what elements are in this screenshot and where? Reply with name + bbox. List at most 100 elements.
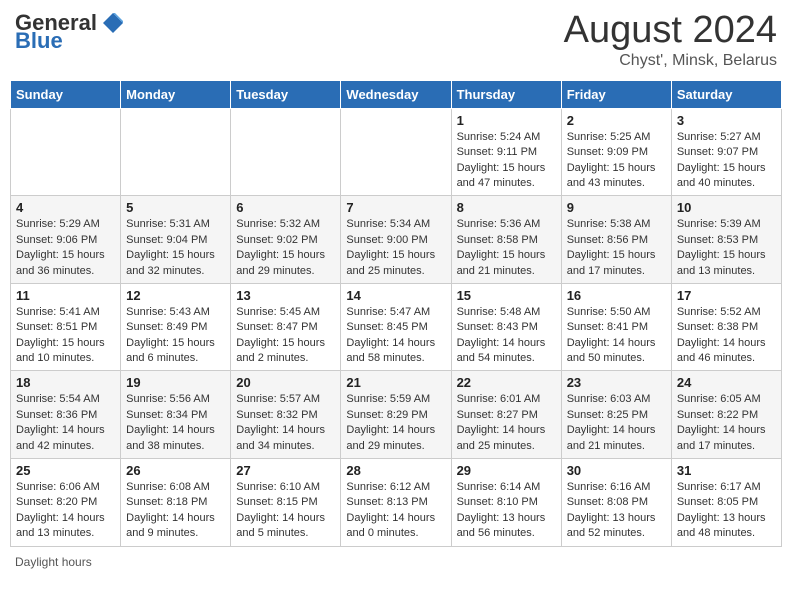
day-info: Sunrise: 5:32 AM Sunset: 9:02 PM Dayligh… [236,217,335,279]
day-number: 21 [346,375,445,390]
day-number: 31 [677,463,776,478]
day-info: Sunrise: 5:45 AM Sunset: 8:47 PM Dayligh… [236,305,335,367]
day-number: 27 [236,463,335,478]
calendar-cell: 14 Sunrise: 5:47 AM Sunset: 8:45 PM Dayli… [341,283,451,371]
calendar-cell: 22 Sunrise: 6:01 AM Sunset: 8:27 PM Dayli… [451,371,561,459]
day-info: Sunrise: 5:39 AM Sunset: 8:53 PM Dayligh… [677,217,776,279]
calendar-cell: 10 Sunrise: 5:39 AM Sunset: 8:53 PM Dayli… [671,196,781,284]
calendar-cell: 15 Sunrise: 5:48 AM Sunset: 8:43 PM Dayli… [451,283,561,371]
calendar-cell: 18 Sunrise: 5:54 AM Sunset: 8:36 PM Dayli… [11,371,121,459]
day-info: Sunrise: 5:29 AM Sunset: 9:06 PM Dayligh… [16,217,115,279]
day-info: Sunrise: 6:01 AM Sunset: 8:27 PM Dayligh… [457,392,556,454]
calendar-cell: 3 Sunrise: 5:27 AM Sunset: 9:07 PM Daylig… [671,108,781,196]
day-number: 28 [346,463,445,478]
weekday-header-row: SundayMondayTuesdayWednesdayThursdayFrid… [11,80,782,108]
day-number: 9 [567,200,666,215]
day-number: 18 [16,375,115,390]
day-number: 25 [16,463,115,478]
calendar-cell [341,108,451,196]
day-info: Sunrise: 5:24 AM Sunset: 9:11 PM Dayligh… [457,130,556,192]
day-number: 4 [16,200,115,215]
day-info: Sunrise: 6:08 AM Sunset: 8:18 PM Dayligh… [126,480,225,542]
day-info: Sunrise: 5:36 AM Sunset: 8:58 PM Dayligh… [457,217,556,279]
calendar-week-row: 18 Sunrise: 5:54 AM Sunset: 8:36 PM Dayli… [11,371,782,459]
day-number: 10 [677,200,776,215]
day-number: 12 [126,288,225,303]
day-info: Sunrise: 5:41 AM Sunset: 8:51 PM Dayligh… [16,305,115,367]
day-number: 29 [457,463,556,478]
day-info: Sunrise: 6:17 AM Sunset: 8:05 PM Dayligh… [677,480,776,542]
location-subtitle: Chyst', Minsk, Belarus [564,52,777,70]
day-number: 14 [346,288,445,303]
calendar-cell: 24 Sunrise: 6:05 AM Sunset: 8:22 PM Dayli… [671,371,781,459]
day-info: Sunrise: 5:47 AM Sunset: 8:45 PM Dayligh… [346,305,445,367]
calendar-cell: 6 Sunrise: 5:32 AM Sunset: 9:02 PM Daylig… [231,196,341,284]
footer: Daylight hours [10,555,782,569]
calendar-cell: 4 Sunrise: 5:29 AM Sunset: 9:06 PM Daylig… [11,196,121,284]
day-number: 3 [677,113,776,128]
calendar-cell: 1Sunrise: 5:24 AM Sunset: 9:11 PM Daylig… [451,108,561,196]
calendar-cell: 28 Sunrise: 6:12 AM Sunset: 8:13 PM Dayli… [341,459,451,547]
day-info: Sunrise: 5:56 AM Sunset: 8:34 PM Dayligh… [126,392,225,454]
calendar-cell: 26 Sunrise: 6:08 AM Sunset: 8:18 PM Dayli… [121,459,231,547]
calendar-cell: 20Sunrise: 5:57 AM Sunset: 8:32 PM Dayli… [231,371,341,459]
day-number: 26 [126,463,225,478]
day-number: 22 [457,375,556,390]
weekday-header-monday: Monday [121,80,231,108]
day-number: 17 [677,288,776,303]
day-number: 30 [567,463,666,478]
day-info: Sunrise: 5:43 AM Sunset: 8:49 PM Dayligh… [126,305,225,367]
calendar-cell: 11 Sunrise: 5:41 AM Sunset: 8:51 PM Dayli… [11,283,121,371]
weekday-header-tuesday: Tuesday [231,80,341,108]
day-number: 16 [567,288,666,303]
day-number: 20 [236,375,335,390]
daylight-label: Daylight hours [15,555,92,569]
day-info: Sunrise: 6:06 AM Sunset: 8:20 PM Dayligh… [16,480,115,542]
calendar-cell [231,108,341,196]
calendar-cell [121,108,231,196]
weekday-header-thursday: Thursday [451,80,561,108]
day-number: 8 [457,200,556,215]
day-info: Sunrise: 5:34 AM Sunset: 9:00 PM Dayligh… [346,217,445,279]
day-info: Sunrise: 6:12 AM Sunset: 8:13 PM Dayligh… [346,480,445,542]
calendar-cell: 9 Sunrise: 5:38 AM Sunset: 8:56 PM Daylig… [561,196,671,284]
day-info: Sunrise: 5:48 AM Sunset: 8:43 PM Dayligh… [457,305,556,367]
weekday-header-sunday: Sunday [11,80,121,108]
logo: General Blue [15,10,125,54]
calendar-cell: 17 Sunrise: 5:52 AM Sunset: 8:38 PM Dayli… [671,283,781,371]
calendar-cell: 7 Sunrise: 5:34 AM Sunset: 9:00 PM Daylig… [341,196,451,284]
page-header: General Blue August 2024 Chyst', Minsk, … [10,10,782,70]
logo-icon [101,11,125,35]
calendar-week-row: 1Sunrise: 5:24 AM Sunset: 9:11 PM Daylig… [11,108,782,196]
calendar-cell: 23Sunrise: 6:03 AM Sunset: 8:25 PM Dayli… [561,371,671,459]
day-number: 6 [236,200,335,215]
calendar-cell: 29 Sunrise: 6:14 AM Sunset: 8:10 PM Dayli… [451,459,561,547]
day-number: 24 [677,375,776,390]
calendar-cell: 19 Sunrise: 5:56 AM Sunset: 8:34 PM Dayli… [121,371,231,459]
calendar-cell [11,108,121,196]
day-info: Sunrise: 5:25 AM Sunset: 9:09 PM Dayligh… [567,130,666,192]
day-info: Sunrise: 6:14 AM Sunset: 8:10 PM Dayligh… [457,480,556,542]
day-info: Sunrise: 5:54 AM Sunset: 8:36 PM Dayligh… [16,392,115,454]
day-number: 5 [126,200,225,215]
day-info: Sunrise: 5:50 AM Sunset: 8:41 PM Dayligh… [567,305,666,367]
day-number: 7 [346,200,445,215]
day-info: Sunrise: 5:38 AM Sunset: 8:56 PM Dayligh… [567,217,666,279]
calendar-table: SundayMondayTuesdayWednesdayThursdayFrid… [10,80,782,547]
calendar-cell: 25 Sunrise: 6:06 AM Sunset: 8:20 PM Dayli… [11,459,121,547]
calendar-cell: 16 Sunrise: 5:50 AM Sunset: 8:41 PM Dayli… [561,283,671,371]
calendar-week-row: 4 Sunrise: 5:29 AM Sunset: 9:06 PM Daylig… [11,196,782,284]
day-number: 15 [457,288,556,303]
month-title: August 2024 [564,10,777,52]
day-number: 11 [16,288,115,303]
calendar-cell: 12 Sunrise: 5:43 AM Sunset: 8:49 PM Dayli… [121,283,231,371]
day-info: Sunrise: 6:05 AM Sunset: 8:22 PM Dayligh… [677,392,776,454]
day-info: Sunrise: 6:10 AM Sunset: 8:15 PM Dayligh… [236,480,335,542]
calendar-week-row: 11 Sunrise: 5:41 AM Sunset: 8:51 PM Dayli… [11,283,782,371]
calendar-cell: 13Sunrise: 5:45 AM Sunset: 8:47 PM Dayli… [231,283,341,371]
day-number: 2 [567,113,666,128]
day-info: Sunrise: 5:27 AM Sunset: 9:07 PM Dayligh… [677,130,776,192]
day-info: Sunrise: 5:52 AM Sunset: 8:38 PM Dayligh… [677,305,776,367]
day-number: 19 [126,375,225,390]
calendar-cell: 5Sunrise: 5:31 AM Sunset: 9:04 PM Daylig… [121,196,231,284]
